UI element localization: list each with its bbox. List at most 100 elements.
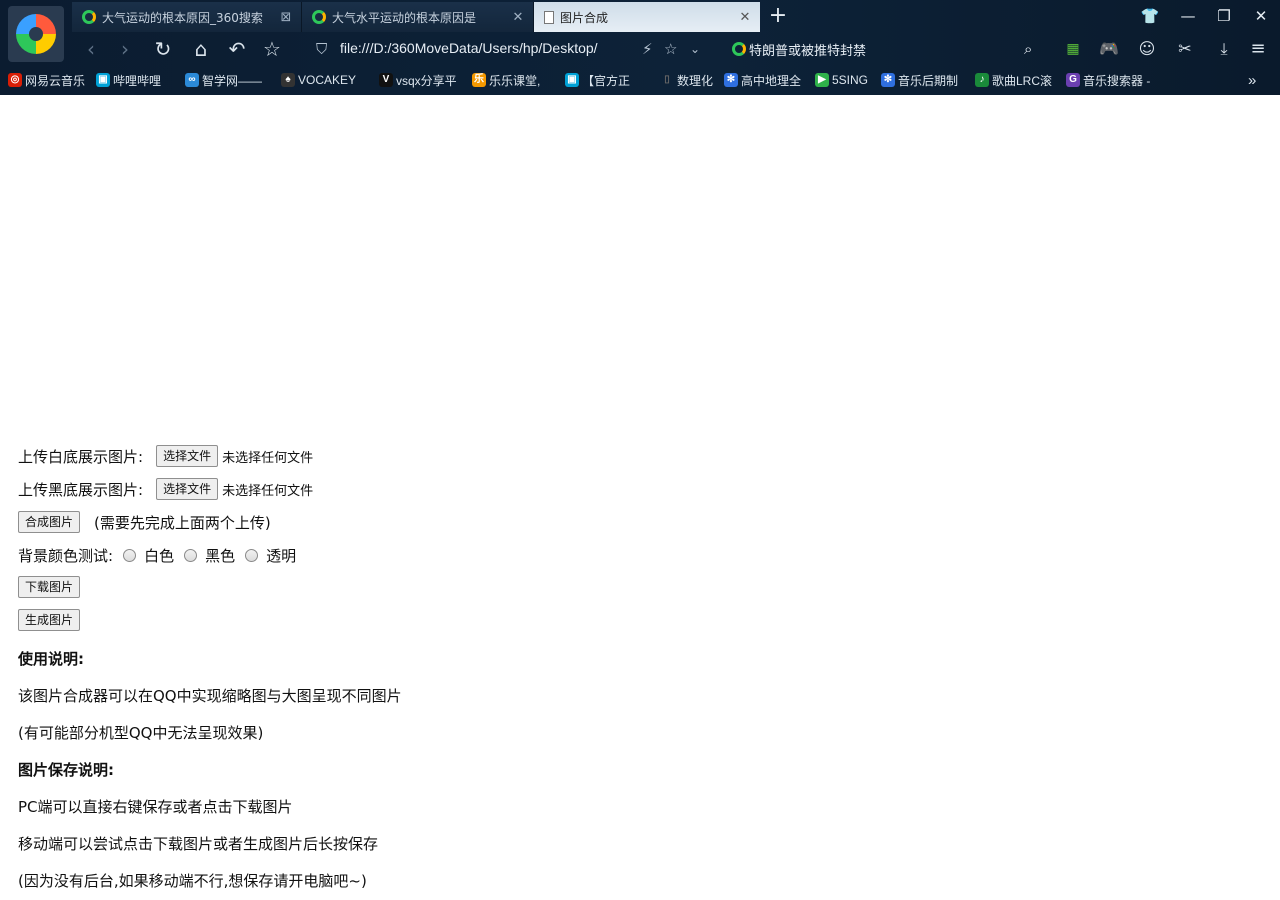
usage-line-2: (有可能部分机型QQ中无法呈现效果)	[18, 724, 264, 742]
tab-close-icon[interactable]: ✕	[736, 10, 754, 25]
game-icon[interactable]: 🎮	[1094, 34, 1124, 64]
no-file-text-black: 未选择任何文件	[222, 483, 314, 499]
bookmark-icon: ∞	[185, 73, 199, 87]
360-search-icon	[82, 10, 96, 24]
browser-logo[interactable]	[8, 6, 64, 62]
radio-transparent[interactable]	[245, 549, 259, 562]
bookmark-icon: ▯	[664, 74, 670, 85]
bookmark-item[interactable]: ▶ 5SING	[815, 71, 868, 89]
tab-close-icon[interactable]: ⊠	[277, 10, 295, 25]
bookmark-icon: ▶	[815, 73, 829, 87]
bookmark-item[interactable]: 乐乐乐课堂,	[472, 71, 540, 89]
save-title: 图片保存说明:	[18, 761, 114, 779]
choose-file-button-black[interactable]: 选择文件	[156, 478, 219, 500]
bookmark-label: 高中地理全	[741, 73, 802, 88]
tab-search-2[interactable]: 大气水平运动的根本原因是 ✕	[302, 2, 534, 32]
bookmark-item[interactable]: ∞ 智学网——	[185, 71, 262, 89]
tab-close-icon[interactable]: ✕	[509, 10, 527, 25]
bookmarks-more-button[interactable]: »	[1248, 71, 1256, 89]
compose-button[interactable]: 合成图片	[18, 511, 81, 533]
reload-button[interactable]: ↻	[148, 34, 178, 64]
lightning-icon[interactable]: ⚡	[642, 40, 653, 58]
url-text[interactable]: file:///D:/360MoveData/Users/hp/Desktop/	[340, 40, 630, 56]
bookmark-star-icon[interactable]: ☆	[664, 40, 677, 58]
bookmark-item[interactable]: ◎ 网易云音乐	[8, 71, 85, 89]
choose-file-button-white[interactable]: 选择文件	[156, 445, 219, 467]
close-window-button[interactable]: ✕	[1243, 2, 1279, 30]
bookmark-icon: ♪	[975, 73, 989, 87]
tab-title: 图片合成	[560, 10, 609, 25]
menu-icon[interactable]: ≡	[1243, 34, 1273, 64]
bookmark-label: 5SING	[832, 73, 869, 87]
bookmark-icon: ◎	[8, 73, 22, 87]
hot-search-text[interactable]: 特朗普或被推特封禁	[749, 40, 866, 59]
bookmark-item[interactable]: ▣ 【官方正	[565, 71, 630, 89]
bookmark-item[interactable]: Vvsqx分享平	[379, 71, 457, 89]
bg-color-label: 背景颜色测试:	[18, 547, 114, 565]
home-button[interactable]: ⌂	[186, 34, 216, 64]
usage-title: 使用说明:	[18, 650, 84, 668]
save-line-1: PC端可以直接右键保存或者点击下载图片	[18, 798, 293, 816]
bookmark-icon: ▣	[565, 73, 579, 87]
browser-chrome: 大气运动的根本原因_360搜索 ⊠ 大气水平运动的根本原因是 ✕ 图片合成 ✕ …	[0, 0, 1280, 95]
360-search-icon	[312, 10, 326, 24]
tab-image-compose[interactable]: 图片合成 ✕	[534, 2, 760, 32]
radio-white-label: 白色	[144, 547, 175, 565]
forward-button[interactable]: ›	[110, 34, 140, 64]
bookmark-label: 智学网——	[202, 73, 263, 88]
radio-black[interactable]	[184, 549, 198, 562]
no-file-text-white: 未选择任何文件	[222, 450, 314, 466]
bookmark-item[interactable]: G 音乐搜索器 -	[1066, 71, 1150, 89]
scissors-icon[interactable]: ✂	[1170, 34, 1200, 64]
new-tab-button[interactable]: +	[764, 4, 792, 30]
shield-icon: ⛉	[316, 40, 328, 58]
generate-button[interactable]: 生成图片	[18, 609, 81, 631]
tab-search-1[interactable]: 大气运动的根本原因_360搜索 ⊠	[72, 2, 302, 32]
bookmark-label: 【官方正	[582, 73, 631, 88]
favorite-star-button[interactable]: ☆	[257, 34, 287, 64]
bookmark-item[interactable]: ♠ VOCAKEY	[281, 71, 356, 89]
back-button[interactable]: ‹	[76, 34, 106, 64]
bookmark-label: 音乐搜索器 -	[1083, 73, 1151, 88]
bookmark-icon: G	[1066, 73, 1080, 87]
restore-button[interactable]: ❐	[1206, 2, 1242, 30]
apps-icon[interactable]: ▦	[1058, 34, 1088, 64]
undo-close-button[interactable]: ↶	[222, 34, 252, 64]
bookmark-icon: ♠	[281, 73, 295, 87]
radio-black-label: 黑色	[205, 547, 236, 565]
bookmark-item[interactable]: ▯ 数理化	[660, 71, 713, 89]
bookmark-label: 哔哩哔哩	[113, 73, 162, 88]
radio-white[interactable]	[123, 549, 137, 562]
document-icon	[544, 10, 554, 24]
generate-row: 生成图片	[18, 609, 81, 631]
avatar[interactable]: ☺	[1132, 34, 1162, 64]
save-line-2: 移动端可以尝试点击下载图片或者生成图片后长按保存	[18, 835, 379, 853]
bookmark-item[interactable]: ♪ 歌曲LRC滚	[975, 71, 1052, 89]
bookmark-label: VOCAKEY	[298, 73, 357, 87]
usage-line-1: 该图片合成器可以在QQ中实现缩略图与大图呈现不同图片	[18, 687, 402, 705]
tab-title: 大气水平运动的根本原因是	[332, 10, 477, 25]
bookmark-icon: ▣	[96, 73, 110, 87]
black-upload-row: 上传黑底展示图片: 选择文件 未选择任何文件	[18, 478, 313, 500]
search-icon[interactable]: ⌕	[1024, 40, 1032, 58]
bookmark-item[interactable]: ✻ 音乐后期制	[881, 71, 958, 89]
compose-row: 合成图片 (需要先完成上面两个上传)	[18, 511, 271, 533]
save-line-3: (因为没有后台,如果移动端不行,想保存请开电脑吧~)	[18, 872, 367, 890]
bookmark-icon: 乐	[472, 73, 486, 87]
bookmark-item[interactable]: ▣ 哔哩哔哩	[96, 71, 161, 89]
bookmark-label: 音乐后期制	[898, 73, 959, 88]
bookmark-label: 网易云音乐	[25, 73, 86, 88]
download-icon[interactable]: ⤓	[1209, 34, 1239, 64]
compose-hint: (需要先完成上面两个上传)	[94, 513, 271, 532]
bookmark-item[interactable]: ✻ 高中地理全	[724, 71, 801, 89]
white-upload-row: 上传白底展示图片: 选择文件 未选择任何文件	[18, 445, 313, 467]
bookmarks-bar: ◎ 网易云音乐 ▣ 哔哩哔哩 ∞ 智学网—— ♠ VOCAKEY Vvsqx分享平乐乐乐课堂, ▣…	[0, 66, 1280, 94]
address-bar[interactable]: ⛉ file:///D:/360MoveData/Users/hp/Deskto…	[304, 36, 1104, 62]
minimize-button[interactable]: —	[1170, 2, 1206, 30]
360-search-icon	[732, 42, 746, 56]
chevron-down-icon[interactable]: ⌄	[690, 42, 700, 56]
bookmark-icon: V	[379, 73, 393, 87]
tab-title: 大气运动的根本原因_360搜索	[102, 10, 263, 25]
skin-button[interactable]: 👕	[1132, 2, 1168, 30]
download-button[interactable]: 下载图片	[18, 576, 81, 598]
